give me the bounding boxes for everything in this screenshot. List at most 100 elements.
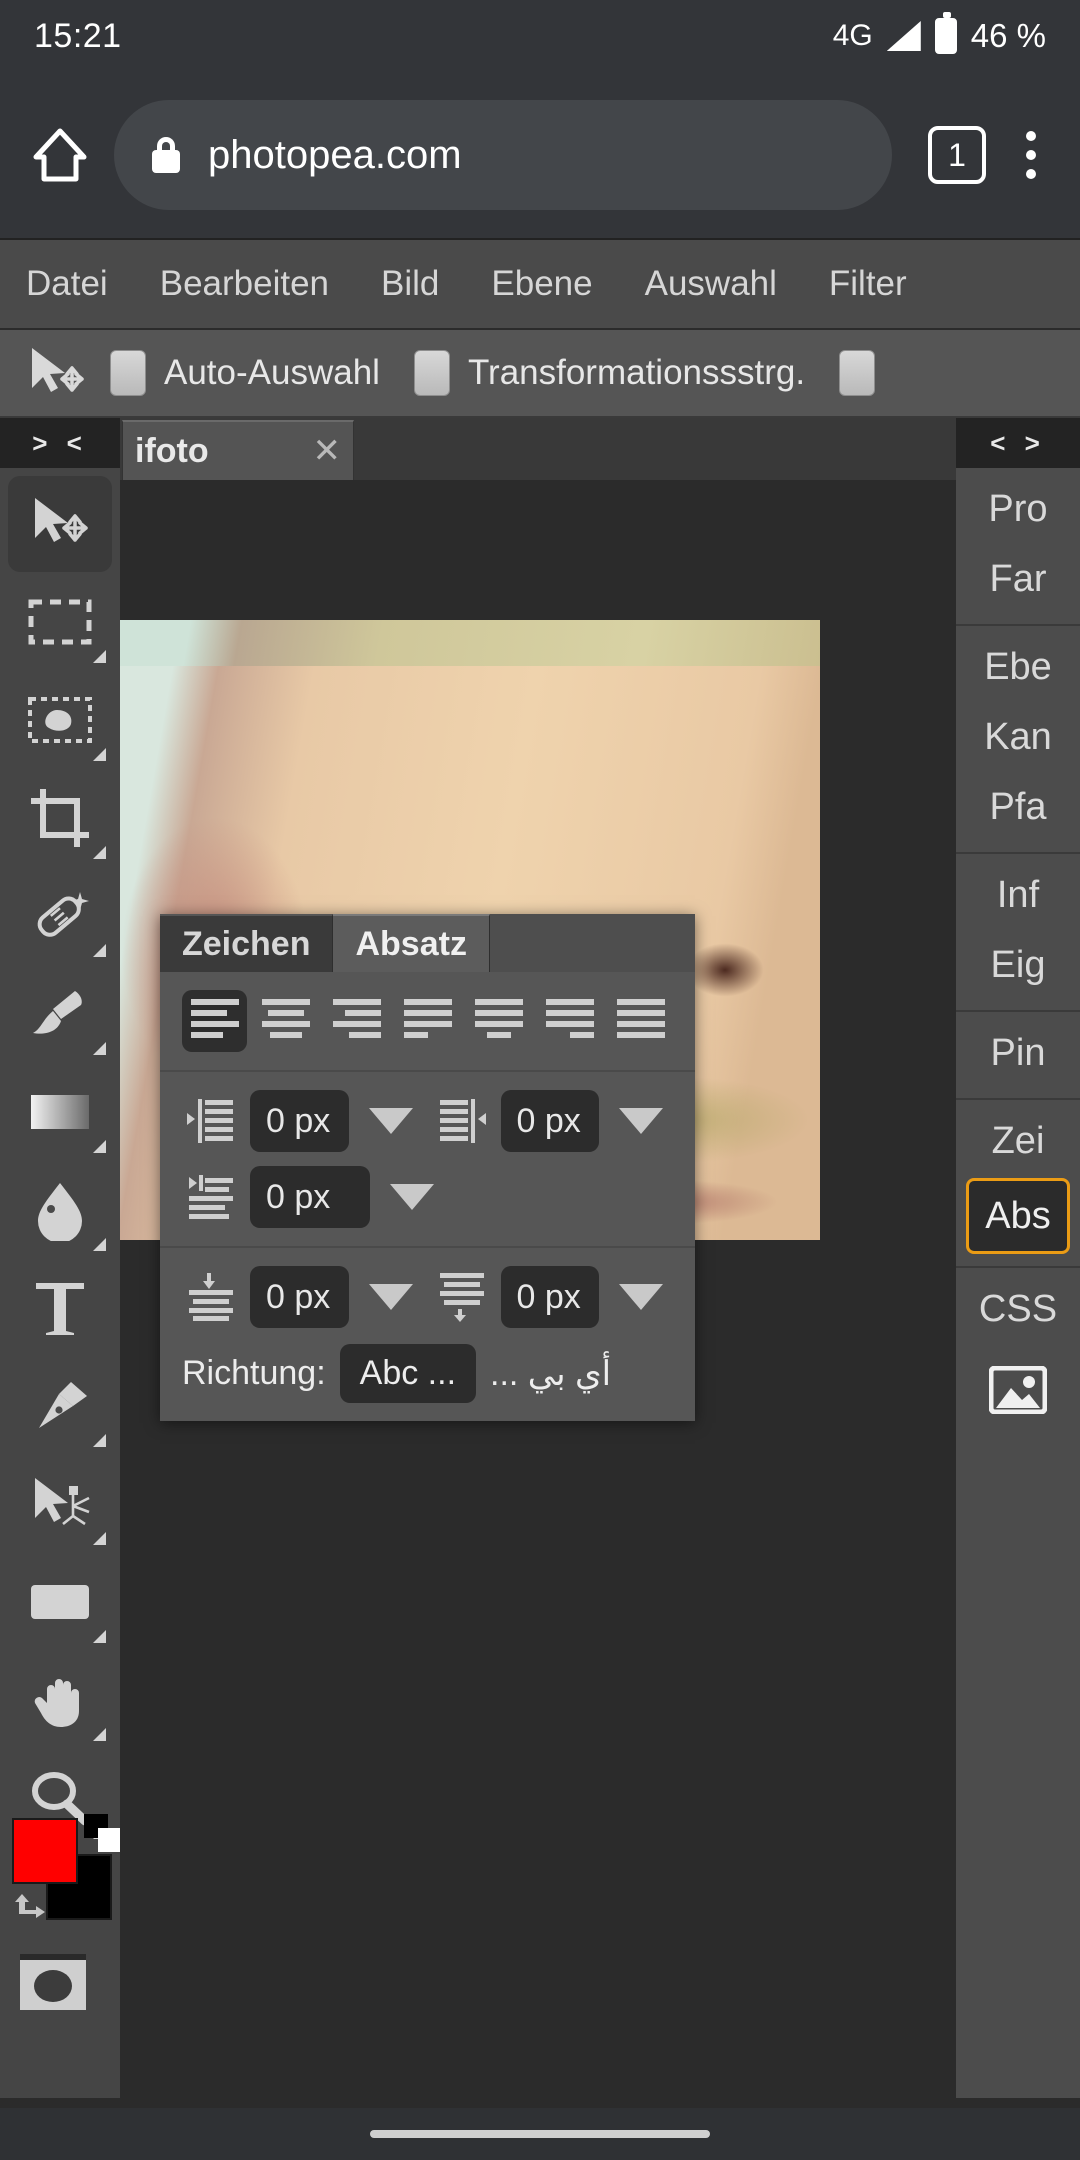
tool-rectangle-shape[interactable] bbox=[8, 1554, 112, 1650]
space-before-dropdown-icon[interactable] bbox=[368, 1284, 413, 1310]
network-type-label: 4G bbox=[832, 19, 873, 52]
image-icon[interactable] bbox=[956, 1344, 1080, 1436]
tool-more-corner-icon bbox=[93, 1630, 106, 1643]
tab-absatz[interactable]: Absatz bbox=[333, 914, 490, 972]
quick-mask-icon[interactable] bbox=[20, 1954, 86, 2010]
tool-blur[interactable] bbox=[8, 1162, 112, 1258]
justify-last-center-button[interactable] bbox=[466, 990, 531, 1052]
justify-all-button[interactable] bbox=[608, 990, 673, 1052]
indent-left-input[interactable]: 0 px bbox=[250, 1090, 349, 1152]
app-root: 15:21 4G 46 % photopea.com 1 Datei Bearb… bbox=[0, 0, 1080, 2160]
rail-item-abs[interactable]: Abs bbox=[966, 1178, 1070, 1254]
tool-more-corner-icon bbox=[93, 1042, 106, 1055]
browser-toolbar: photopea.com 1 bbox=[0, 72, 1080, 238]
nav-gesture-pill[interactable] bbox=[370, 2130, 710, 2138]
indent-first-line-dropdown-icon[interactable] bbox=[390, 1184, 434, 1210]
rail-item-eig[interactable]: Eig bbox=[956, 930, 1080, 1000]
collapse-left-panel-button[interactable]: > < bbox=[0, 418, 120, 468]
tool-more-corner-icon bbox=[93, 650, 106, 663]
space-before-input[interactable]: 0 px bbox=[250, 1266, 349, 1328]
tab-counter-button[interactable]: 1 bbox=[928, 126, 986, 184]
paragraph-panel: Zeichen Absatz 0 px 0 px 0 px 0 px 0 px … bbox=[160, 914, 695, 1421]
space-after-input[interactable]: 0 px bbox=[500, 1266, 599, 1328]
signal-strength-icon bbox=[886, 21, 921, 51]
transform-controls-label: Transformationssstrg. bbox=[467, 353, 806, 392]
indent-right-icon bbox=[433, 1092, 491, 1150]
tool-crop[interactable] bbox=[8, 770, 112, 866]
indent-first-line-input[interactable]: 0 px bbox=[250, 1166, 370, 1228]
rail-item-far[interactable]: Far bbox=[956, 544, 1080, 614]
swap-colors-icon[interactable] bbox=[14, 1892, 48, 1922]
spacing-row: 0 px 0 px bbox=[182, 1266, 673, 1328]
tool-path-select[interactable] bbox=[8, 1456, 112, 1552]
battery-icon bbox=[934, 12, 957, 54]
tool-rectangular-marquee[interactable] bbox=[8, 574, 112, 670]
indent-row-1: 0 px 0 px bbox=[182, 1090, 673, 1152]
right-panel-rail: < > Pro Far Ebe Kan Pfa Inf Eig Pin Zei … bbox=[956, 418, 1080, 2108]
align-center-button[interactable] bbox=[253, 990, 318, 1052]
menu-item-datei[interactable]: Datei bbox=[0, 264, 134, 304]
direction-rtl-button[interactable]: أي بي ... bbox=[490, 1354, 611, 1394]
tool-more-corner-icon bbox=[93, 846, 106, 859]
tool-type[interactable] bbox=[8, 1260, 112, 1356]
menu-item-bearbeiten[interactable]: Bearbeiten bbox=[134, 264, 355, 304]
menu-item-auswahl[interactable]: Auswahl bbox=[619, 264, 803, 304]
tool-healing-brush[interactable] bbox=[8, 868, 112, 964]
rail-group-4: Pin bbox=[956, 1012, 1080, 1100]
kebab-menu-icon[interactable] bbox=[1008, 121, 1054, 189]
tool-lasso[interactable] bbox=[8, 672, 112, 768]
collapse-right-panel-button[interactable]: < > bbox=[956, 418, 1080, 468]
paragraph-panel-tabs: Zeichen Absatz bbox=[160, 914, 695, 972]
third-option-checkbox[interactable] bbox=[839, 350, 876, 396]
indent-right-input[interactable]: 0 px bbox=[500, 1090, 599, 1152]
tool-more-corner-icon bbox=[93, 1728, 106, 1741]
rail-item-ebe[interactable]: Ebe bbox=[956, 632, 1080, 702]
rail-item-pin[interactable]: Pin bbox=[956, 1018, 1080, 1088]
color-swatches[interactable] bbox=[12, 1814, 122, 1938]
rail-group-6: CSS bbox=[956, 1268, 1080, 1446]
align-right-button[interactable] bbox=[324, 990, 389, 1052]
tool-brush[interactable] bbox=[8, 966, 112, 1062]
menu-item-filter[interactable]: Filter bbox=[803, 264, 933, 304]
rail-group-3: Inf Eig bbox=[956, 854, 1080, 1012]
close-icon[interactable]: ✕ bbox=[313, 431, 342, 471]
document-tab-bar: ifoto ✕ bbox=[120, 418, 956, 480]
battery-percent-label: 46 % bbox=[970, 17, 1046, 54]
rail-item-zei[interactable]: Zei bbox=[956, 1106, 1080, 1176]
auto-select-checkbox[interactable] bbox=[110, 350, 146, 396]
rail-group-1: Pro Far bbox=[956, 468, 1080, 626]
tab-zeichen[interactable]: Zeichen bbox=[160, 914, 334, 972]
rail-item-inf[interactable]: Inf bbox=[956, 860, 1080, 930]
home-icon[interactable] bbox=[26, 121, 94, 189]
menu-item-ebene[interactable]: Ebene bbox=[465, 264, 618, 304]
direction-label: Richtung: bbox=[182, 1354, 326, 1392]
space-after-icon bbox=[433, 1268, 491, 1326]
address-bar[interactable]: photopea.com bbox=[114, 100, 892, 210]
indent-left-dropdown-icon[interactable] bbox=[368, 1108, 413, 1134]
indent-right-dropdown-icon[interactable] bbox=[619, 1108, 663, 1134]
spacing-section: 0 px 0 px Richtung: Abc ... أي بي ... bbox=[160, 1248, 695, 1421]
align-left-button[interactable] bbox=[182, 990, 247, 1052]
tool-hand[interactable] bbox=[8, 1652, 112, 1748]
workspace: > < ifoto ✕ < > Pro Far Ebe Kan Pfa Inf … bbox=[0, 418, 1080, 2108]
transform-controls-checkbox[interactable] bbox=[413, 350, 450, 396]
rail-item-pfa[interactable]: Pfa bbox=[956, 772, 1080, 842]
menu-item-bild[interactable]: Bild bbox=[355, 264, 465, 304]
move-tool-icon[interactable] bbox=[22, 342, 92, 404]
direction-ltr-button[interactable]: Abc ... bbox=[339, 1344, 477, 1403]
justify-last-left-button[interactable] bbox=[395, 990, 460, 1052]
rail-item-kan[interactable]: Kan bbox=[956, 702, 1080, 772]
indent-left-icon bbox=[182, 1092, 240, 1150]
indent-row-2: 0 px bbox=[182, 1166, 673, 1228]
rail-item-pro[interactable]: Pro bbox=[956, 474, 1080, 544]
default-colors-white-icon[interactable] bbox=[98, 1828, 122, 1852]
rail-item-css[interactable]: CSS bbox=[956, 1274, 1080, 1344]
document-tab[interactable]: ifoto ✕ bbox=[122, 420, 354, 480]
tool-pen[interactable] bbox=[8, 1358, 112, 1454]
tool-gradient[interactable] bbox=[8, 1064, 112, 1160]
space-after-dropdown-icon[interactable] bbox=[619, 1284, 663, 1310]
foreground-color-swatch[interactable] bbox=[12, 1818, 78, 1884]
tool-move[interactable] bbox=[8, 476, 112, 572]
justify-last-right-button[interactable] bbox=[537, 990, 602, 1052]
tool-more-corner-icon bbox=[93, 944, 106, 957]
